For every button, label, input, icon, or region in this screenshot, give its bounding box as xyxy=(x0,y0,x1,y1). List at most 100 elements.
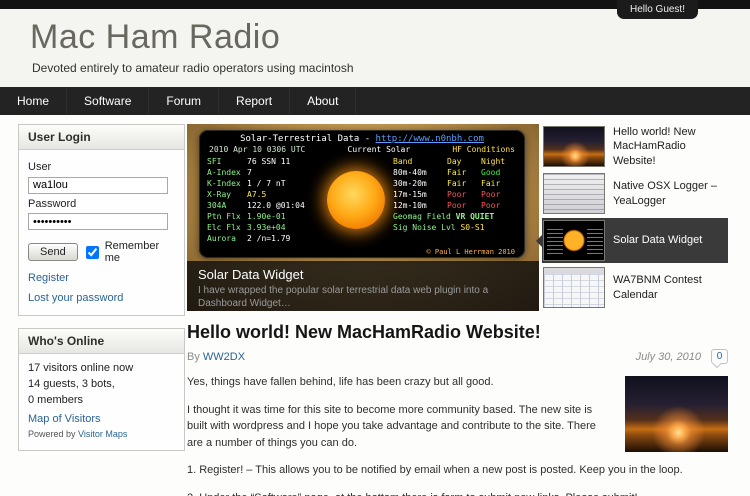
solar-data-label: 304A xyxy=(207,200,247,211)
featured-item[interactable]: Solar Data Widget xyxy=(542,218,728,263)
sun-image xyxy=(319,156,393,244)
comment-count-badge[interactable]: 0 xyxy=(711,349,728,364)
slider-caption: Solar Data Widget I have wrapped the pop… xyxy=(187,261,539,311)
geomag-label: Geomag Field xyxy=(393,212,451,221)
nav-item-report[interactable]: Report xyxy=(219,87,290,114)
main-nav: HomeSoftwareForumReportAbout xyxy=(0,87,750,115)
solar-widget-title-text: Solar-Terrestrial Data - xyxy=(240,134,375,144)
solar-data-value: 76 SSN 11 xyxy=(247,157,290,166)
post-date: July 30, 2010 xyxy=(636,351,701,363)
solar-data-row: Aurora2 /n=1.79 xyxy=(207,233,319,244)
solar-data-row: Elc Flx3.93e+04 xyxy=(207,222,319,233)
nav-item-home[interactable]: Home xyxy=(0,87,67,114)
featured-item[interactable]: WA7BNM Contest Calendar xyxy=(542,265,728,310)
username-input[interactable] xyxy=(28,177,168,194)
hf-band: 80m-40m xyxy=(393,167,447,178)
solar-data-row: SFI76 SSN 11 xyxy=(207,156,319,167)
solar-thumbnail xyxy=(543,220,605,261)
post: Hello world! New MacHamRadio Website! By… xyxy=(187,322,728,496)
hf-night-value: Fair xyxy=(481,178,517,189)
solar-data-value: 7 xyxy=(247,168,252,177)
solar-data-row: 304A122.0 @01:04 xyxy=(207,200,319,211)
solar-data-row: Ptn Flx1.90e-01 xyxy=(207,211,319,222)
password-label: Password xyxy=(28,198,175,210)
map-of-visitors-link[interactable]: Map of Visitors xyxy=(28,413,175,425)
solar-widget-title: Solar-Terrestrial Data - http://www.n0nb… xyxy=(199,130,525,144)
hf-conditions-column: Band Day Night 80m-40mFairGood30m-20mFai… xyxy=(393,156,517,244)
password-input[interactable] xyxy=(28,213,168,230)
solar-data-value: 2 /n=1.79 xyxy=(247,234,290,243)
lost-password-link[interactable]: Lost your password xyxy=(28,292,175,304)
hf-band-header: Band xyxy=(393,156,447,167)
guests-bots-count: 14 guests, 3 bots, xyxy=(28,377,175,393)
remember-me-checkbox[interactable] xyxy=(86,246,99,259)
featured-list: Hello world! New MacHamRadio Website! Nat… xyxy=(542,124,728,312)
whos-online-header: Who's Online xyxy=(19,329,184,354)
featured-item[interactable]: Native OSX Logger – YeaLogger xyxy=(542,171,728,216)
hf-condition-row: 80m-40mFairGood xyxy=(393,167,517,178)
hf-conditions-label: HF Conditions xyxy=(452,145,515,154)
whos-online-box: Who's Online 17 visitors online now 14 g… xyxy=(18,328,185,451)
hf-night-header: Night xyxy=(481,156,517,167)
hf-condition-row: 12m-10mPoorPoor xyxy=(393,200,517,211)
hf-day-value: Fair xyxy=(447,178,481,189)
site-tagline: Devoted entirely to amateur radio operat… xyxy=(32,61,354,75)
featured-item-title: Solar Data Widget xyxy=(605,233,704,247)
members-count: 0 members xyxy=(28,393,175,409)
nav-item-forum[interactable]: Forum xyxy=(149,87,219,114)
solar-timestamp: 2010 Apr 10 0306 UTC xyxy=(209,145,305,154)
solar-data-row: K-Index1 / 7 nT xyxy=(207,178,319,189)
hf-condition-row: 17m-15mPoorPoor xyxy=(393,189,517,200)
solar-data-row: A-Index7 xyxy=(207,167,319,178)
slider-caption-text: I have wrapped the popular solar terrest… xyxy=(198,284,528,310)
solar-widget: Solar-Terrestrial Data - http://www.n0nb… xyxy=(199,130,525,258)
register-link[interactable]: Register xyxy=(28,272,175,284)
visitor-maps-link[interactable]: Visitor Maps xyxy=(78,429,127,439)
hf-day-value: Fair xyxy=(447,167,481,178)
hf-table-rows: 80m-40mFairGood30m-20mFairFair17m-15mPoo… xyxy=(393,167,517,211)
author-link[interactable]: WW2DX xyxy=(203,351,245,363)
current-solar-label: Current Solar xyxy=(348,145,411,154)
user-login-header: User Login xyxy=(19,125,184,150)
post-title: Hello world! New MacHamRadio Website! xyxy=(187,322,728,343)
user-label: User xyxy=(28,161,175,173)
solar-data-label: A-Index xyxy=(207,167,247,178)
solar-data-label: K-Index xyxy=(207,178,247,189)
powered-by: Powered by Visitor Maps xyxy=(28,429,175,439)
sun-disc xyxy=(327,171,385,229)
solar-data-value: 122.0 @01:04 xyxy=(247,201,305,210)
hf-day-value: Poor xyxy=(447,189,481,200)
site-title[interactable]: Mac Ham Radio xyxy=(30,18,280,57)
nav-item-software[interactable]: Software xyxy=(67,87,149,114)
solar-data-value: 3.93e+04 xyxy=(247,223,286,232)
user-login-box: User Login User Password Send Remember m… xyxy=(18,124,185,316)
featured-slider[interactable]: Solar-Terrestrial Data - http://www.n0nb… xyxy=(187,124,539,311)
hf-band: 17m-15m xyxy=(393,189,447,200)
send-button[interactable]: Send xyxy=(28,243,78,261)
guest-badge[interactable]: Hello Guest! xyxy=(617,0,698,19)
hf-day-value: Poor xyxy=(447,200,481,211)
solar-data-label: Aurora xyxy=(207,233,247,244)
hf-band: 30m-20m xyxy=(393,178,447,189)
hf-night-value: Good xyxy=(481,167,517,178)
solar-data-value: A7.5 xyxy=(247,190,266,199)
solar-data-label: Elc Flx xyxy=(207,222,247,233)
hf-night-value: Poor xyxy=(481,200,517,211)
solar-data-label: X-Ray xyxy=(207,189,247,200)
sunset-thumbnail xyxy=(543,126,605,167)
sig-noise-line: Sig Noise Lvl S0-S1 xyxy=(393,222,517,233)
remember-me-label: Remember me xyxy=(105,240,175,264)
sig-noise-label: Sig Noise Lvl xyxy=(393,223,456,232)
solar-data-value: 1.90e-01 xyxy=(247,212,286,221)
featured-item-title: Native OSX Logger – YeaLogger xyxy=(605,179,727,208)
machamradio-page: Hello Guest! Mac Ham Radio Devoted entir… xyxy=(0,0,750,496)
geomag-value: VR QUIET xyxy=(456,212,495,221)
featured-item-title: Hello world! New MacHamRadio Website! xyxy=(605,125,727,168)
solar-widget-link[interactable]: http://www.n0nbh.com xyxy=(376,134,484,144)
solar-widget-credit: © Paul L Herrman 2010 xyxy=(426,248,515,256)
featured-item[interactable]: Hello world! New MacHamRadio Website! xyxy=(542,124,728,169)
slider-caption-title[interactable]: Solar Data Widget xyxy=(198,267,528,282)
sig-noise-value: S0-S1 xyxy=(460,223,484,232)
hf-band: 12m-10m xyxy=(393,200,447,211)
nav-item-about[interactable]: About xyxy=(290,87,356,114)
